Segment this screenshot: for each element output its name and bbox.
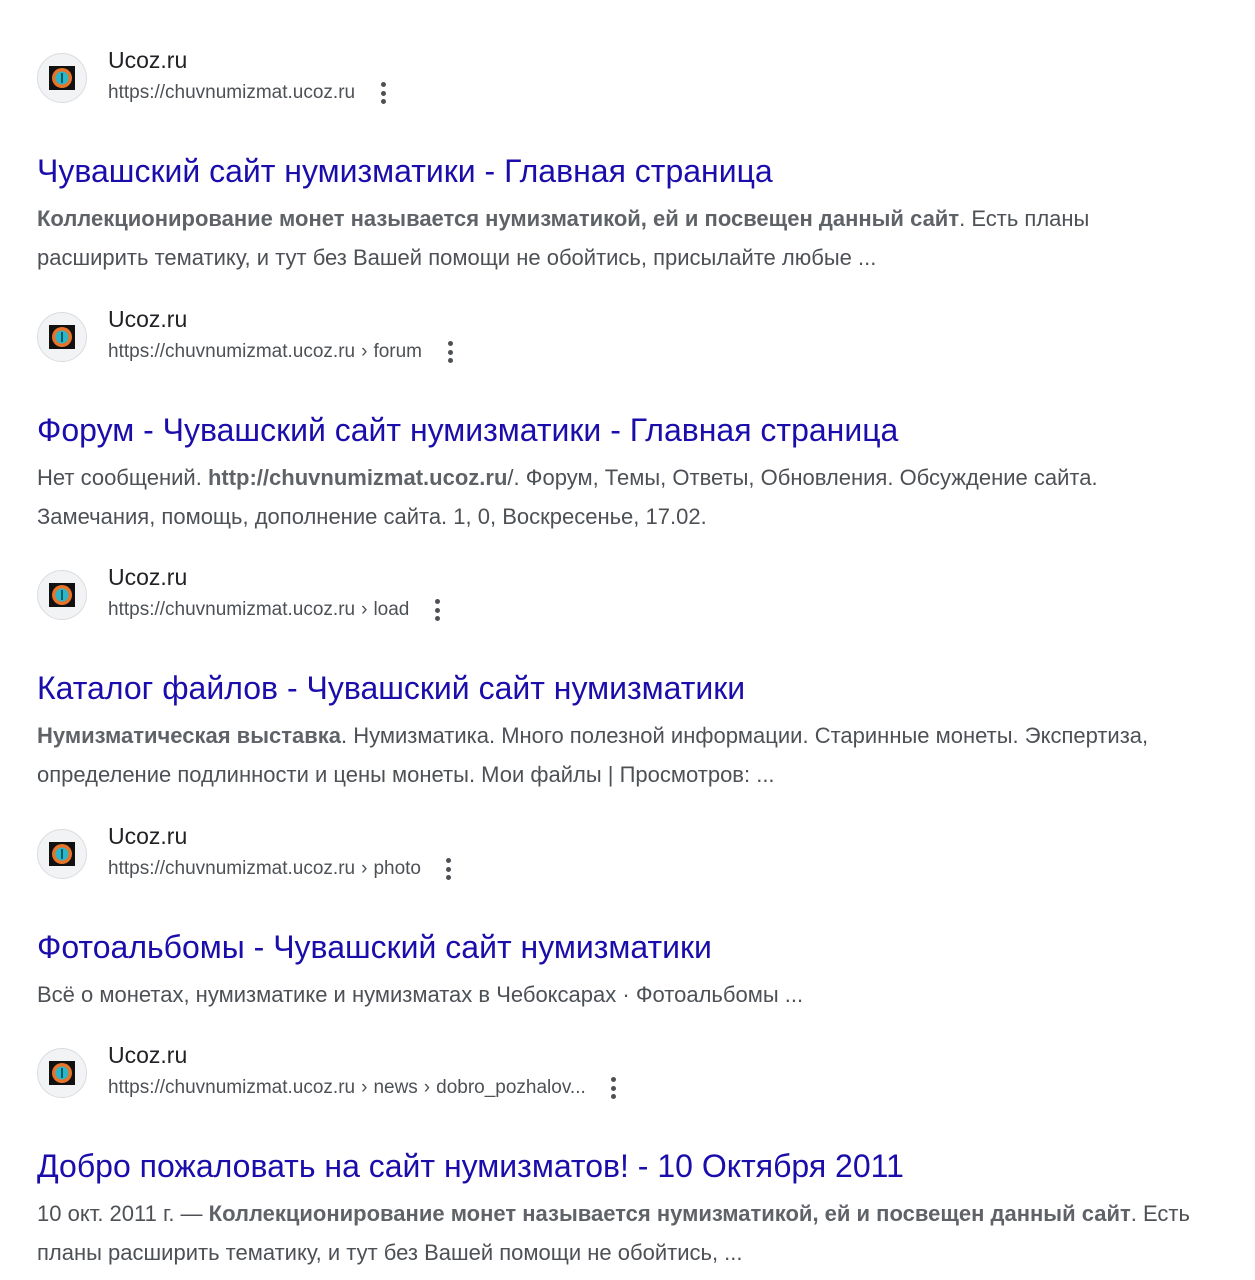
menu-dot — [434, 616, 440, 621]
result-site-name[interactable]: Ucoz.ru — [108, 304, 187, 334]
result-site-name[interactable]: Ucoz.ru — [108, 821, 187, 851]
result-url-breadcrumb[interactable]: https://chuvnumizmat.ucoz.ru — [108, 79, 393, 107]
breadcrumb-separator: › — [361, 1077, 368, 1098]
menu-dot — [611, 1085, 617, 1091]
search-result: Ucoz.ru https://chuvnumizmat.ucoz.ru Чуваш… — [0, 35, 1255, 275]
snippet-text: Нет сообщений. — [37, 465, 208, 490]
result-url-breadcrumb[interactable]: https://chuvnumizmat.ucoz.ru › load — [108, 596, 447, 624]
ucoz-favicon-icon[interactable] — [37, 829, 87, 879]
snippet-text: Всё о монетах, нумизматике и нумизматах … — [37, 982, 804, 1007]
result-title-link[interactable]: Форум - Чувашский сайт нумизматики - Гла… — [37, 408, 898, 452]
more-vert-icon[interactable] — [373, 82, 393, 104]
menu-dot — [380, 90, 386, 96]
search-result: Ucoz.ru https://chuvnumizmat.ucoz.ru › phot… — [0, 811, 1255, 1051]
breadcrumb-segment: news — [373, 1077, 418, 1098]
result-url: https://chuvnumizmat.ucoz.ru — [108, 1077, 356, 1098]
result-title-link[interactable]: Чувашский сайт нумизматики - Главная стр… — [37, 149, 773, 193]
snippet-highlight: Коллекционирование монет называется нуми… — [37, 206, 960, 231]
result-snippet: Нет сообщений. http://chuvnumizmat.ucoz.… — [37, 458, 1197, 536]
snippet-text: 10 окт. 2011 г. — — [37, 1201, 209, 1226]
menu-dot — [434, 607, 440, 613]
menu-dot — [434, 599, 440, 604]
snippet-highlight: Коллекционирование монет называется нуми… — [208, 1201, 1131, 1226]
ucoz-favicon-icon[interactable] — [37, 570, 87, 620]
menu-dot — [446, 866, 452, 872]
breadcrumb-segment: dobro_pozhalov... — [436, 1077, 586, 1098]
result-url: https://chuvnumizmat.ucoz.ru — [108, 599, 356, 620]
menu-dot — [380, 82, 386, 87]
menu-dot — [447, 358, 453, 363]
breadcrumb-segment: forum — [373, 341, 423, 362]
result-title-link[interactable]: Каталог файлов - Чувашский сайт нумизмат… — [37, 666, 745, 710]
snippet-highlight: http://chuvnumizmat.ucoz.ru — [207, 465, 508, 490]
result-snippet: Всё о монетах, нумизматике и нумизматах … — [37, 975, 1197, 1014]
menu-dot — [380, 99, 386, 104]
menu-dot — [447, 341, 453, 346]
result-url: https://chuvnumizmat.ucoz.ru — [108, 82, 356, 103]
result-snippet: Коллекционирование монет называется нуми… — [37, 199, 1197, 277]
result-site-name[interactable]: Ucoz.ru — [108, 1040, 187, 1070]
menu-dot — [611, 1094, 617, 1099]
breadcrumb-separator: › — [361, 599, 368, 620]
menu-dot — [611, 1077, 617, 1082]
menu-dot — [446, 875, 452, 880]
ucoz-favicon-icon[interactable] — [37, 53, 87, 103]
menu-dot — [446, 858, 452, 863]
result-url: https://chuvnumizmat.ucoz.ru — [108, 858, 356, 879]
search-result: Ucoz.ru https://chuvnumizmat.ucoz.ru › news… — [0, 1030, 1255, 1270]
result-url-breadcrumb[interactable]: https://chuvnumizmat.ucoz.ru › photo — [108, 855, 459, 883]
result-title-link[interactable]: Добро пожаловать на сайт нумизматов! - 1… — [37, 1144, 904, 1188]
more-vert-icon[interactable] — [427, 599, 447, 621]
breadcrumb-separator: › — [361, 341, 368, 362]
more-vert-icon[interactable] — [439, 858, 459, 880]
search-result: Ucoz.ru https://chuvnumizmat.ucoz.ru › foru… — [0, 294, 1255, 534]
result-snippet: 10 окт. 2011 г. — Коллекционирование мон… — [37, 1194, 1197, 1272]
result-snippet: Нумизматическая выставка. Нумизматика. М… — [37, 716, 1197, 794]
result-url: https://chuvnumizmat.ucoz.ru — [108, 341, 356, 362]
menu-dot — [447, 349, 453, 355]
snippet-highlight: Нумизматическая выставка — [37, 723, 342, 748]
result-url-breadcrumb[interactable]: https://chuvnumizmat.ucoz.ru › forum — [108, 338, 460, 366]
search-result: Ucoz.ru https://chuvnumizmat.ucoz.ru › load… — [0, 552, 1255, 792]
more-vert-icon[interactable] — [440, 341, 460, 363]
result-site-name[interactable]: Ucoz.ru — [108, 562, 187, 592]
ucoz-favicon-icon[interactable] — [37, 312, 87, 362]
breadcrumb-separator: › — [423, 1077, 431, 1098]
breadcrumb-separator: › — [361, 858, 368, 879]
breadcrumb-segment: photo — [373, 858, 421, 879]
result-site-name[interactable]: Ucoz.ru — [108, 45, 187, 75]
result-url-breadcrumb[interactable]: https://chuvnumizmat.ucoz.ru › news › dobro_… — [108, 1074, 624, 1102]
breadcrumb-segment: load — [373, 599, 410, 620]
ucoz-favicon-icon[interactable] — [37, 1048, 87, 1098]
result-title-link[interactable]: Фотоальбомы - Чувашский сайт нумизматики — [37, 925, 712, 969]
more-vert-icon[interactable] — [604, 1077, 624, 1099]
